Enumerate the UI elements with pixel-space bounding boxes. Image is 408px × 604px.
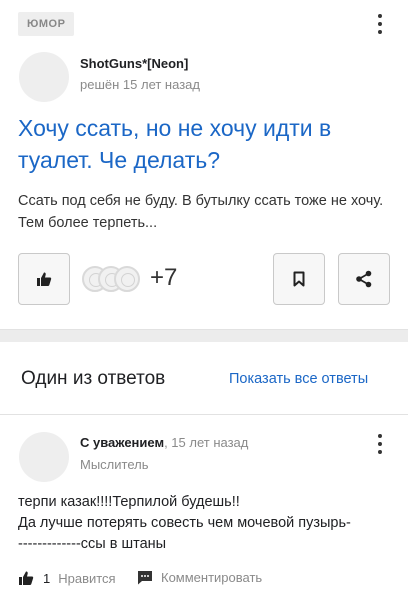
avatar[interactable] [19, 52, 69, 102]
question-author[interactable]: ShotGuns*[Neon] [80, 56, 188, 71]
more-vertical-icon[interactable] [374, 434, 386, 454]
answer-body: терпи казак!!!!Терпилой будешь!! Да лучш… [18, 492, 398, 555]
category-tag[interactable]: Юмор [18, 12, 75, 36]
answer-like-count: 1 [43, 570, 51, 586]
thumbs-up-icon [37, 272, 52, 286]
question-meta: решён 15 лет назад [80, 77, 200, 92]
answer-line: Да лучше потерять совесть чем мочевой пу… [18, 515, 351, 531]
answer-author[interactable]: С уважением [80, 435, 164, 450]
thumbs-up-icon [19, 571, 34, 585]
likes-count[interactable]: +7 [150, 264, 177, 292]
answer-author-line: С уважением, 15 лет назад [80, 435, 248, 450]
avatar[interactable] [19, 432, 69, 482]
likers-avatars[interactable] [82, 266, 142, 292]
comment-label: Комментировать [161, 570, 263, 585]
avatar [114, 266, 140, 292]
like-button[interactable] [18, 253, 70, 305]
share-button[interactable] [338, 253, 390, 305]
comment-button[interactable]: Комментировать [137, 570, 262, 585]
question-card: Юмор ShotGuns*[Neon] решён 15 лет назад … [0, 0, 408, 330]
answer-like-label: Нравится [58, 570, 116, 586]
answer-time: , 15 лет назад [164, 435, 249, 450]
share-icon [356, 270, 372, 288]
bookmark-button[interactable] [273, 253, 325, 305]
bookmark-icon [293, 271, 305, 287]
answers-heading: Один из ответов [21, 368, 166, 389]
answer-like-button[interactable]: 1 Нравится [18, 570, 116, 586]
divider [0, 414, 408, 415]
answer-author-rank: Мыслитель [80, 457, 149, 472]
answer-line: терпи казак!!!!Терпилой будешь!! [18, 494, 240, 510]
comment-icon [138, 571, 152, 585]
more-vertical-icon[interactable] [374, 14, 386, 34]
answer-line: -------------ссы в штаны [18, 536, 167, 552]
question-title: Хочу ссать, но не хочу идти в туалет. Че… [18, 115, 332, 173]
question-body: Ссать под себя не буду. В бутылку ссать … [18, 193, 384, 231]
show-all-answers-link[interactable]: Показать все ответы [229, 371, 368, 387]
